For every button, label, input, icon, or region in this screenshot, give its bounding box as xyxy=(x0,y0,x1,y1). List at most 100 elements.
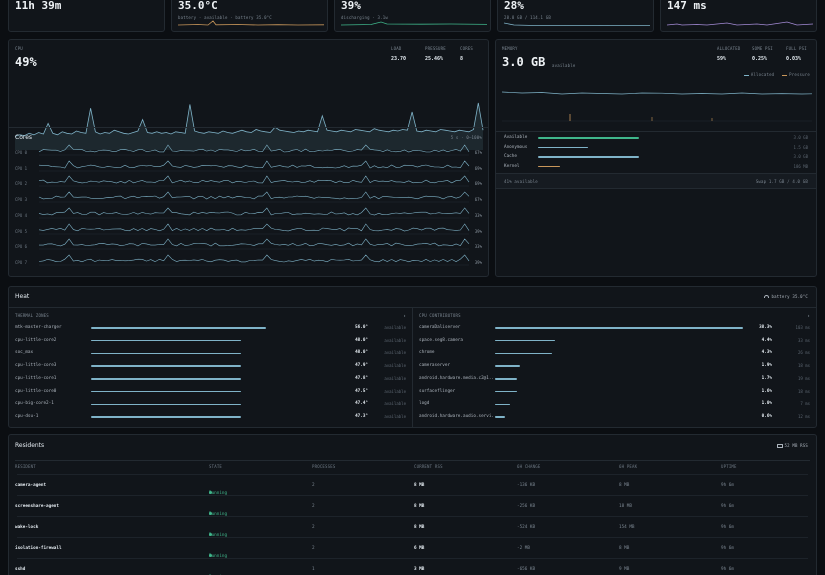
core-name: CPU 2 xyxy=(15,181,28,187)
core-row: CPU 4 33% xyxy=(15,207,482,222)
column-header[interactable]: RESIDENT xyxy=(15,464,36,469)
memory-chip-icon xyxy=(776,444,783,448)
resident-row[interactable]: isolation-firewall Running 2 6 MB -2 MB 8 MB 9… xyxy=(15,537,808,559)
thermal-zones: THERMAL ZONES ↕ mtk-master-charger 56.0°… xyxy=(9,307,413,428)
contributor-row: surfaceflinger 1.6% 18 ms xyxy=(413,387,816,397)
some-psi-label: SOME PSI xyxy=(752,46,773,51)
thermal-row: cpu-little-core0 47.5° available xyxy=(9,387,412,397)
thermal-sort-icon[interactable]: ↕ xyxy=(403,313,406,318)
storage-sparkline xyxy=(503,22,651,26)
stat-card-storage: 28% 28.8 GB / 114.1 GB xyxy=(497,0,654,32)
core-sparkline xyxy=(38,254,470,266)
resident-row[interactable]: sshdRunning13 MB-656 KB9 MB9h 6m xyxy=(15,558,808,575)
contributor-bar xyxy=(495,340,555,342)
thermal-status: available xyxy=(384,413,406,419)
column-header[interactable]: UPTIME xyxy=(721,464,737,469)
resident-uptime: 9h 6m xyxy=(721,504,734,509)
resident-name: screenshare-agent xyxy=(15,504,59,509)
resident-change: -2 MB xyxy=(517,546,530,551)
thermal-value: 47.8° xyxy=(355,375,368,381)
thermal-value: 48.0° xyxy=(355,350,368,356)
thermal-row: mtk-master-charger 56.0° available xyxy=(9,323,412,333)
core-name: CPU 0 xyxy=(15,150,28,155)
thermal-row: cpu-little-core3 47.9° available xyxy=(9,361,412,371)
core-row: CPU 5 39% xyxy=(15,222,482,238)
memory-footer-left: 41% available xyxy=(504,179,538,184)
contrib-sort-icon[interactable]: ↕ xyxy=(807,313,810,318)
allocated-label: ALLOCATED xyxy=(717,46,741,51)
contributor-bar xyxy=(495,352,552,355)
memory-breakdown-row: Anonymous 1.5 GB xyxy=(496,143,816,153)
thermal-status: available xyxy=(384,350,406,356)
memory-suffix: available xyxy=(552,63,576,68)
contributor-extra: 19 ms xyxy=(797,375,810,381)
contributor-value: 4.3% xyxy=(761,350,772,356)
stat-card-uptime: 11h 39m xyxy=(8,0,165,32)
core-pct: 33% xyxy=(474,244,482,250)
latency-sparkline xyxy=(666,21,814,26)
contributor-extra: 18 ms xyxy=(797,363,810,369)
thermal-status: available xyxy=(384,401,406,407)
resident-name: wake-lock xyxy=(15,525,39,530)
contributor-value: 38.3% xyxy=(759,325,772,330)
core-row: CPU 7 39% xyxy=(15,254,482,269)
column-header[interactable]: STATE xyxy=(209,464,222,469)
thermal-bar xyxy=(91,327,266,329)
resident-row[interactable]: camera-agent Running 2 8 MB -136 KB 8 MB 9h 6m xyxy=(15,474,808,496)
memory-kind: Anonymous xyxy=(504,144,528,150)
cpu-panel: CPU 49% LOAD 23.70 PRESSURE 25.46% CORES… xyxy=(8,39,489,277)
memory-bar xyxy=(538,165,561,168)
core-pct: 67% xyxy=(474,197,482,203)
resident-rss: 8 MB xyxy=(414,483,425,488)
thermal-row: cpu-dsu-1 47.3° available xyxy=(9,412,412,422)
core-name: CPU 5 xyxy=(15,228,28,234)
load-label: LOAD xyxy=(391,46,402,51)
temperature-sparkline xyxy=(177,20,325,26)
memory-bar xyxy=(538,137,639,139)
column-header[interactable]: PROCESSES xyxy=(312,464,335,469)
core-pct: 69% xyxy=(474,165,482,171)
thermal-zone-name: cpu-little-core1 xyxy=(15,375,57,381)
core-row: CPU 2 69% xyxy=(15,175,482,190)
column-header[interactable]: CURRENT RSS xyxy=(414,464,443,469)
contributor-row: cameraDaliserver 38.3% 103 ms xyxy=(413,323,816,333)
contributor-row: android.hardware.media.c2@1... 1.7% 19 m… xyxy=(413,374,816,384)
core-name: CPU 6 xyxy=(15,244,28,250)
residents-title: Residents xyxy=(15,442,45,449)
resident-row[interactable]: wake-lock Running 2 8 MB -524 KB 154 MB 9h 6m xyxy=(15,516,808,538)
cpu-value: 49% xyxy=(15,55,37,69)
resident-change: -524 KB xyxy=(517,525,536,530)
resident-change: -256 KB xyxy=(517,504,536,509)
column-header[interactable]: 6H PEAK xyxy=(619,464,637,469)
memory-chart xyxy=(501,91,813,122)
resident-peak: 18 MB xyxy=(619,504,632,509)
contributor-bar xyxy=(495,403,510,405)
storage-value: 28% xyxy=(504,0,524,12)
gauge-icon xyxy=(764,295,770,298)
thermal-header: THERMAL ZONES xyxy=(15,313,49,318)
stat-card-temperature: 35.0°C battery · available · battery 35.… xyxy=(171,0,328,32)
contributor-row: logd 1.0% 7 ms xyxy=(413,399,816,409)
memory-amount: 1.5 GB xyxy=(793,144,808,150)
thermal-zone-name: cpu-dsu-1 xyxy=(15,413,39,419)
core-row: CPU 6 33% xyxy=(15,238,482,253)
core-name: CPU 4 xyxy=(15,212,28,218)
resident-procs: 1 xyxy=(312,567,315,572)
core-sparkline xyxy=(38,207,470,219)
thermal-bar xyxy=(91,365,241,367)
column-header[interactable]: 6H CHANGE xyxy=(517,464,540,469)
cores-title: Cores xyxy=(15,134,33,141)
contributor-bar xyxy=(495,327,743,329)
memory-breakdown-row: Cache 3.0 GB xyxy=(496,152,816,162)
heat-panel: Heat battery 35.0°C THERMAL ZONES ↕ mtk-… xyxy=(8,286,817,428)
contributor-name: android.hardware.media.c2@1... xyxy=(419,375,497,381)
memory-panel: MEMORY 3.0 GB available ALLOCATED 59% SO… xyxy=(495,39,817,277)
resident-row[interactable]: screenshare-agent Running 2 8 MB -256 KB 18 M… xyxy=(15,495,808,517)
core-line xyxy=(38,254,470,263)
thermal-status: available xyxy=(384,375,406,381)
memory-label: MEMORY xyxy=(502,46,518,51)
contributor-row: android.hardware.audio.servi... 0.6% 12 … xyxy=(413,412,816,422)
contributor-name: logd xyxy=(419,401,430,407)
contributor-value: 4.4% xyxy=(761,337,772,343)
allocated-value: 59% xyxy=(717,56,727,62)
